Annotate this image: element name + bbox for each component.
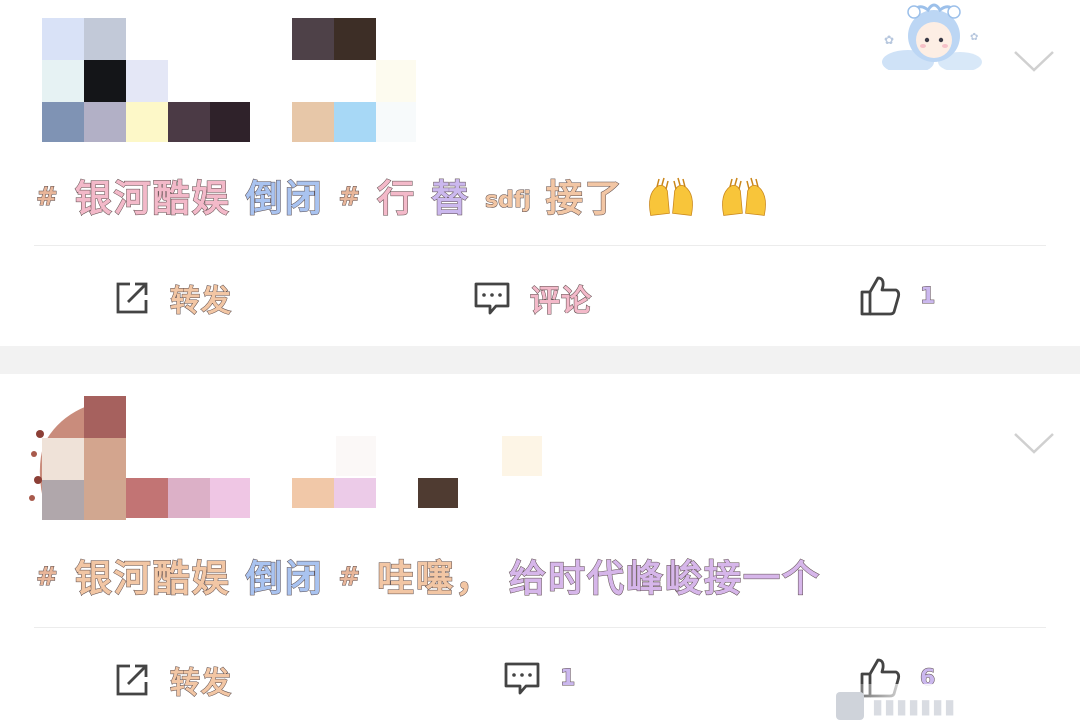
hashtag-mark: # bbox=[338, 182, 363, 213]
content-text: sdfj bbox=[484, 188, 531, 214]
folded-hands-emoji bbox=[718, 173, 770, 219]
repost-label: 转发 bbox=[170, 284, 232, 320]
watermark-logo bbox=[836, 692, 864, 720]
like-button[interactable]: 1 bbox=[858, 274, 936, 318]
repost-button[interactable]: 转发 bbox=[112, 658, 232, 702]
comment-button[interactable]: 1 bbox=[502, 658, 576, 698]
chevron-down-icon[interactable] bbox=[1012, 48, 1056, 74]
divider bbox=[34, 627, 1046, 628]
comment-icon bbox=[504, 662, 540, 695]
post-card-2: # 银河酷娱 倒闭 # 哇噻， 给时代峰峻接一个 转发 1 6 bbox=[0, 374, 1080, 728]
content-text: 替 bbox=[431, 177, 471, 221]
avatar-decoration: ✿ ✿ bbox=[878, 0, 982, 74]
hashtag-mark: # bbox=[36, 182, 60, 213]
share-icon bbox=[116, 664, 148, 696]
content-text: 行 bbox=[377, 177, 417, 221]
post-content: # 银河酷娱 倒闭 # 行 替 sdfj 接了 bbox=[36, 168, 770, 222]
watermark-text: ▮▮▮▮▮▮▮ bbox=[872, 694, 957, 718]
topic-text[interactable]: 倒闭 bbox=[245, 168, 324, 222]
like-count: 1 bbox=[919, 283, 936, 309]
watermark: ▮▮▮▮▮▮▮ bbox=[836, 684, 1080, 728]
comment-icon bbox=[474, 282, 510, 315]
post-content: # 银河酷娱 倒闭 # 哇噻， 给时代峰峻接一个 bbox=[36, 548, 821, 602]
divider bbox=[34, 245, 1046, 246]
topic-text[interactable]: 倒闭 bbox=[245, 548, 324, 602]
comment-label: 评论 bbox=[530, 284, 592, 320]
topic-text[interactable]: 银河酷娱 bbox=[74, 548, 231, 602]
hashtag-mark: # bbox=[338, 562, 363, 593]
repost-label: 转发 bbox=[170, 666, 232, 702]
content-text: 接了 bbox=[545, 177, 624, 221]
chevron-down-icon[interactable] bbox=[1012, 430, 1056, 456]
content-text: 给时代峰峻接一个 bbox=[509, 557, 822, 601]
hashtag-mark: # bbox=[36, 562, 60, 593]
content-text: 哇噻， bbox=[377, 557, 495, 601]
post-card-1: ✿ ✿ # 银河酷娱 倒闭 # 行 替 sdfj 接了 转发 评论 1 bbox=[0, 0, 1080, 346]
svg-text:✿: ✿ bbox=[970, 32, 978, 43]
topic-text[interactable]: 银河酷娱 bbox=[74, 168, 231, 222]
share-icon bbox=[116, 282, 148, 314]
thumbs-up-icon bbox=[860, 276, 901, 316]
svg-text:✿: ✿ bbox=[884, 33, 894, 47]
comment-button[interactable]: 评论 bbox=[472, 276, 592, 320]
repost-button[interactable]: 转发 bbox=[112, 276, 232, 320]
folded-hands-emoji bbox=[645, 173, 697, 219]
feed-separator bbox=[0, 346, 1080, 374]
comment-count: 1 bbox=[559, 665, 576, 691]
